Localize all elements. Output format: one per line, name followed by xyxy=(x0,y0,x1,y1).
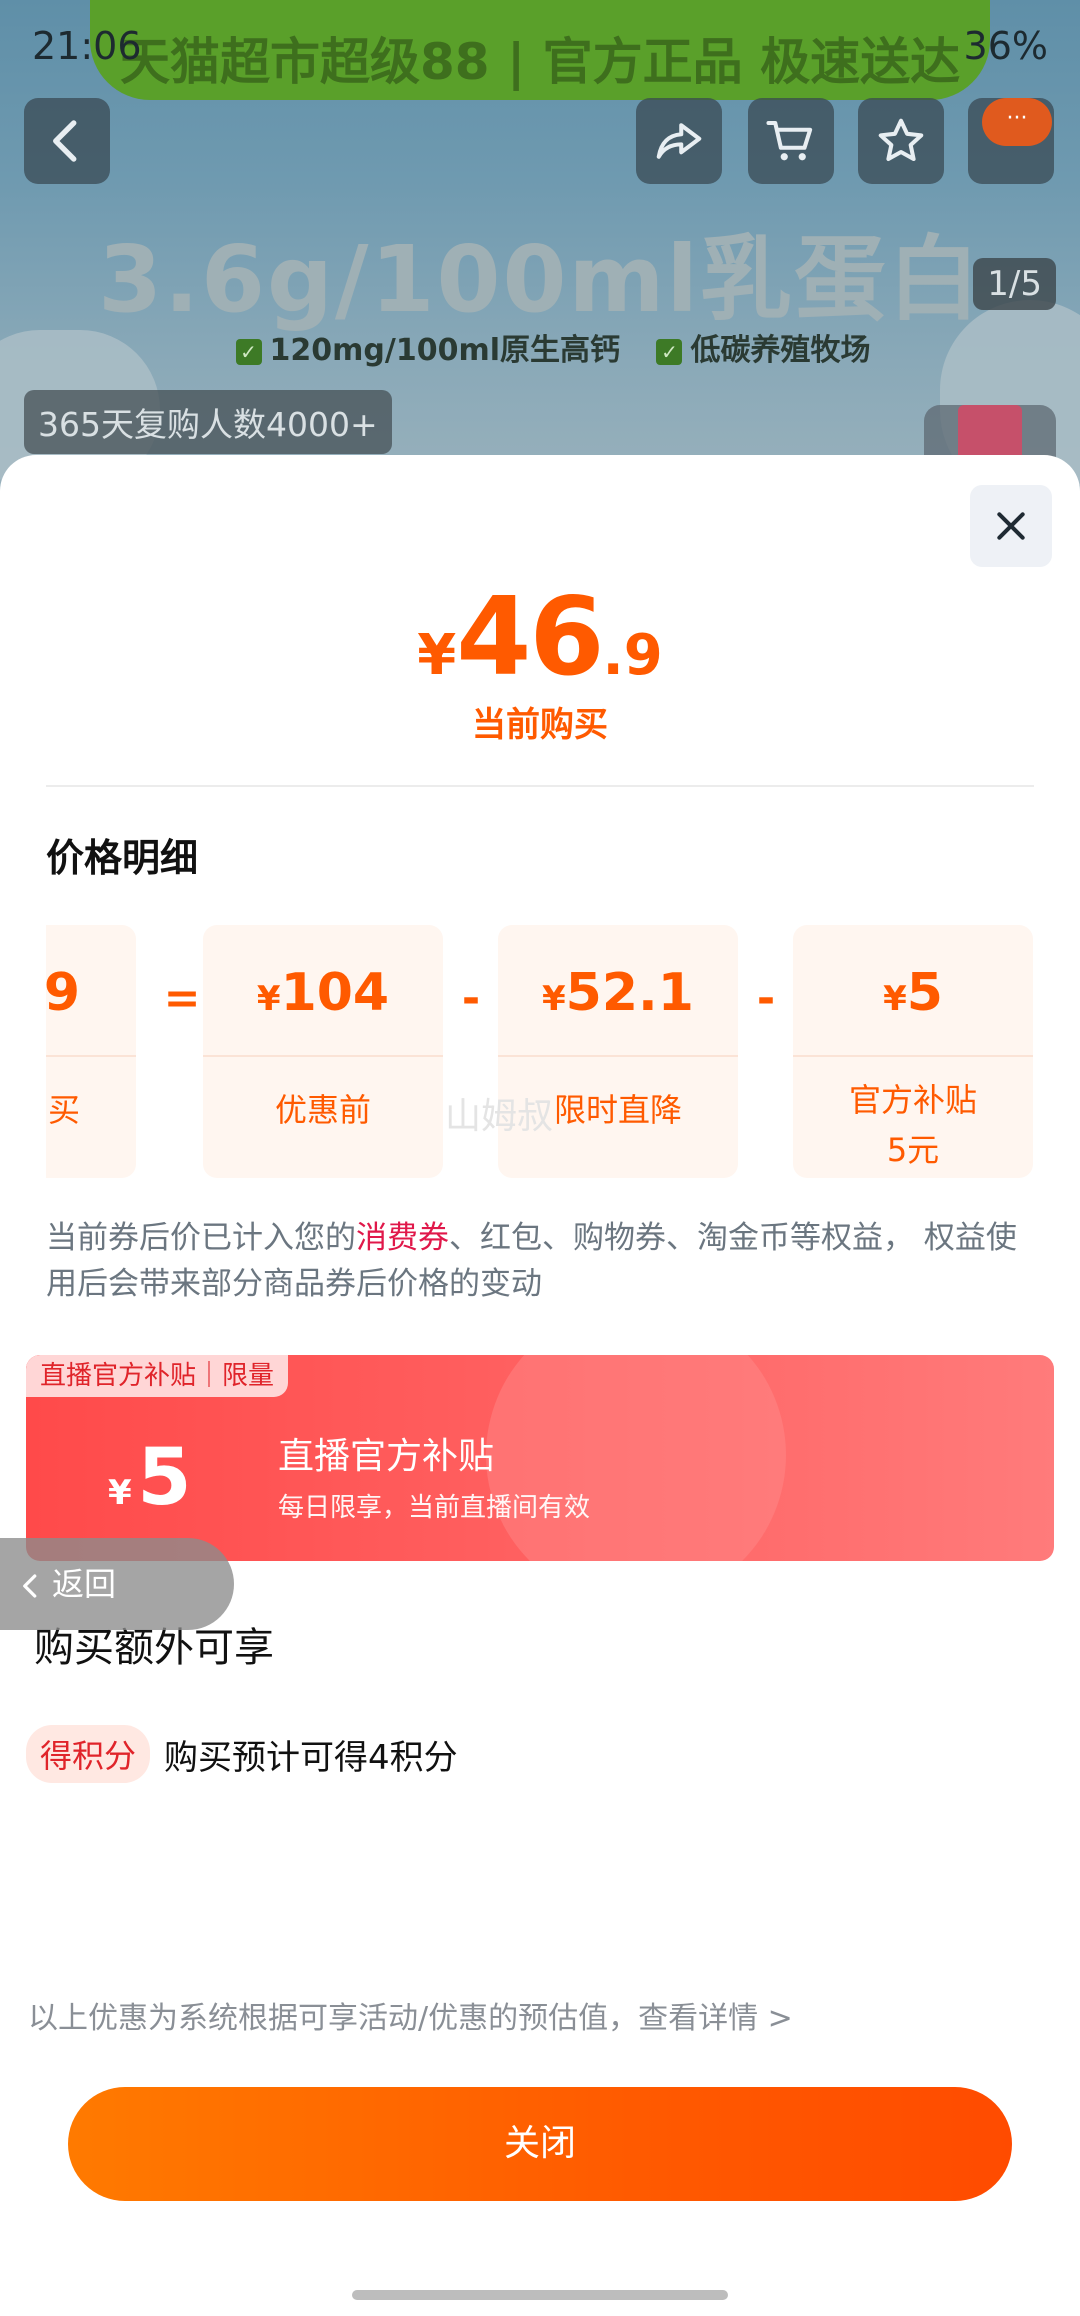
checkbox-icon: ✓ xyxy=(656,338,683,365)
current-price: ¥46.9 xyxy=(0,575,1080,700)
yen-circle-decoration xyxy=(486,1355,786,1561)
subsidy-title: 直播官方补贴 xyxy=(278,1436,495,1477)
image-page-indicator: 1/5 xyxy=(973,258,1056,310)
cart-button[interactable] xyxy=(748,98,834,184)
return-floating-button[interactable]: 返回 xyxy=(0,1538,234,1630)
chevron-left-icon xyxy=(23,1574,37,1598)
repurchase-badge: 365天复购人数4000+ xyxy=(24,390,392,454)
close-icon xyxy=(997,512,1025,540)
subsidy-subtitle: 每日限享，当前直播间有效 xyxy=(278,1493,591,1523)
card-divider xyxy=(498,1055,738,1057)
share-icon xyxy=(656,123,702,159)
card-label: 购买 xyxy=(46,1091,80,1129)
home-indicator[interactable] xyxy=(352,2290,728,2300)
card-value: ¥52.1 xyxy=(542,963,694,1023)
subsidy-amount: ¥ 5 xyxy=(108,1433,192,1523)
watermark: 山姆叔 xyxy=(445,1096,554,1137)
close-sheet-button[interactable] xyxy=(970,485,1052,567)
breakdown-card-official-subsidy: ¥5 官方补贴 5元 xyxy=(793,925,1033,1178)
return-label: 返回 xyxy=(52,1565,117,1603)
points-tag: 得积分 xyxy=(26,1725,151,1783)
subsidy-tag: 直播官方补贴｜限量 xyxy=(26,1355,289,1397)
operator-minus: - xyxy=(461,973,481,1024)
feature-label: 120mg/100ml原生高钙 xyxy=(269,333,621,368)
product-headline: 3.6g/100ml乳蛋白 xyxy=(98,226,982,333)
live-subsidy-banner[interactable]: 直播官方补贴｜限量 ¥ 5 直播官方补贴 每日限享，当前直播间有效 xyxy=(26,1355,1054,1561)
card-value: ¥104 xyxy=(256,963,390,1023)
card-value: .9 xyxy=(46,963,80,1023)
price-label: 当前购买 xyxy=(472,705,608,745)
breakdown-card-current: .9 购买 xyxy=(46,925,136,1178)
status-bar: 21:06 36% xyxy=(0,0,1080,90)
card-label: 优惠前 xyxy=(274,1091,371,1129)
more-badge: ··· xyxy=(982,98,1052,146)
cart-icon xyxy=(766,120,813,161)
share-button[interactable] xyxy=(636,98,722,184)
price-decimal: .9 xyxy=(602,623,663,688)
operator-minus: - xyxy=(756,973,776,1024)
price-detail-sheet: ¥46.9 当前购买 价格明细 .9 购买 = ¥104 优惠前 - ¥52.1… xyxy=(0,455,1080,2316)
close-button[interactable]: 关闭 xyxy=(68,2087,1012,2201)
star-icon xyxy=(878,118,924,162)
breakdown-card-flash-discount: ¥52.1 限时直降 xyxy=(498,925,738,1178)
price-note: 当前券后价已计入您的消费券、红包、购物券、淘金币等权益， 权益使用后会带来部分商… xyxy=(46,1220,1017,1302)
status-time: 21:06 xyxy=(32,24,142,68)
feature-label: 低碳养殖牧场 xyxy=(690,333,871,368)
coupon-highlight: 消费券 xyxy=(356,1220,449,1256)
card-divider xyxy=(793,1055,1033,1057)
status-battery: 36% xyxy=(963,24,1048,68)
card-value: ¥5 xyxy=(883,963,943,1023)
price-breakdown[interactable]: .9 购买 = ¥104 优惠前 - ¥52.1 限时直降 - ¥5 官方补贴 … xyxy=(46,925,1034,1180)
bar-chart-icon xyxy=(958,405,1022,461)
product-features: ✓ 120mg/100ml原生高钙 ✓ 低碳养殖牧场 xyxy=(0,325,1080,369)
detail-title: 价格明细 xyxy=(46,836,199,880)
chevron-left-icon xyxy=(53,120,77,162)
price-integer: 46 xyxy=(456,575,604,700)
card-divider xyxy=(46,1055,136,1057)
points-row: 得积分 购买预计可得4积分 xyxy=(26,1725,458,1783)
card-label: 官方补贴 5元 xyxy=(848,1081,977,1169)
breakdown-card-original: ¥104 优惠前 xyxy=(203,925,443,1178)
back-button[interactable] xyxy=(24,98,110,184)
points-text: 购买预计可得4积分 xyxy=(164,1737,458,1778)
card-divider xyxy=(203,1055,443,1057)
price-currency: ¥ xyxy=(417,623,457,688)
checkbox-icon: ✓ xyxy=(235,338,262,365)
divider xyxy=(46,785,1034,787)
disclaimer-link[interactable]: 以上优惠为系统根据可享活动/优惠的预估值，查看详情 > xyxy=(28,1993,793,2037)
favorite-button[interactable] xyxy=(858,98,944,184)
